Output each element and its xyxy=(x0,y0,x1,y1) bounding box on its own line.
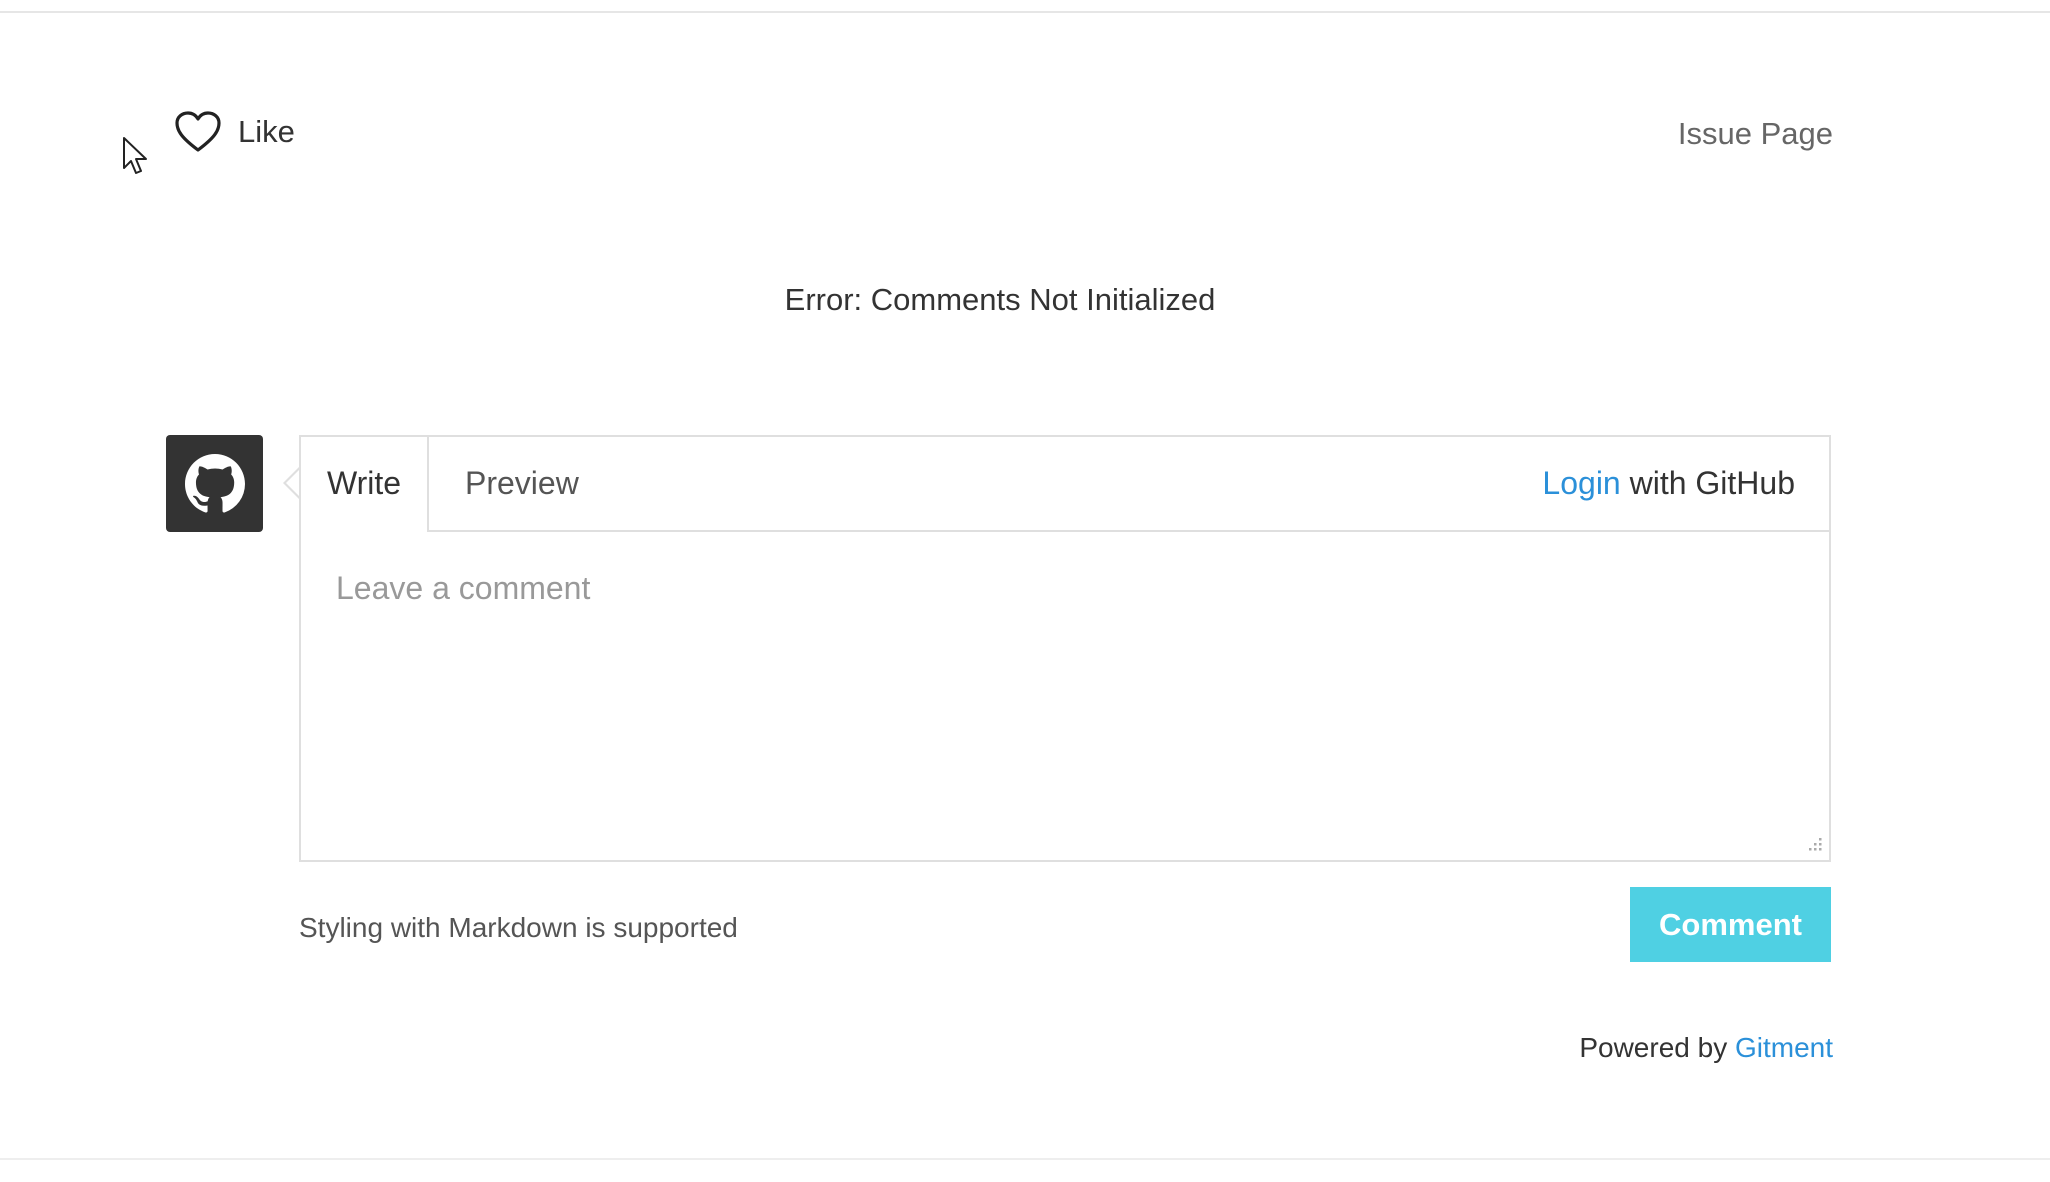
top-divider xyxy=(0,11,2050,13)
comment-button[interactable]: Comment xyxy=(1630,887,1831,962)
heart-icon xyxy=(175,111,221,152)
login-link[interactable]: Login xyxy=(1542,465,1620,501)
issue-page-link[interactable]: Issue Page xyxy=(1678,116,1833,152)
editor-tab-header: Write Preview Login with GitHub xyxy=(301,437,1829,532)
bottom-divider xyxy=(0,1158,2050,1160)
error-message: Error: Comments Not Initialized xyxy=(784,282,1216,317)
mouse-cursor-icon xyxy=(123,137,147,174)
gitment-link[interactable]: Gitment xyxy=(1735,1032,1833,1063)
github-icon xyxy=(184,453,245,513)
avatar xyxy=(166,435,263,532)
markdown-tip: Styling with Markdown is supported xyxy=(299,912,738,943)
comment-editor: Write Preview Login with GitHub xyxy=(299,435,1831,862)
powered-by-prefix: Powered by xyxy=(1579,1032,1735,1063)
login-suffix: with GitHub xyxy=(1620,465,1795,501)
comment-input[interactable] xyxy=(301,532,1829,860)
like-label: Like xyxy=(238,114,295,149)
tab-preview[interactable]: Preview xyxy=(465,437,579,530)
tab-write[interactable]: Write xyxy=(301,437,429,532)
resize-grip-icon[interactable] xyxy=(1805,836,1823,854)
login-hint: Login with GitHub xyxy=(1542,437,1795,530)
powered-by: Powered by Gitment xyxy=(1579,1031,1833,1065)
like-button[interactable]: Like xyxy=(174,108,295,156)
